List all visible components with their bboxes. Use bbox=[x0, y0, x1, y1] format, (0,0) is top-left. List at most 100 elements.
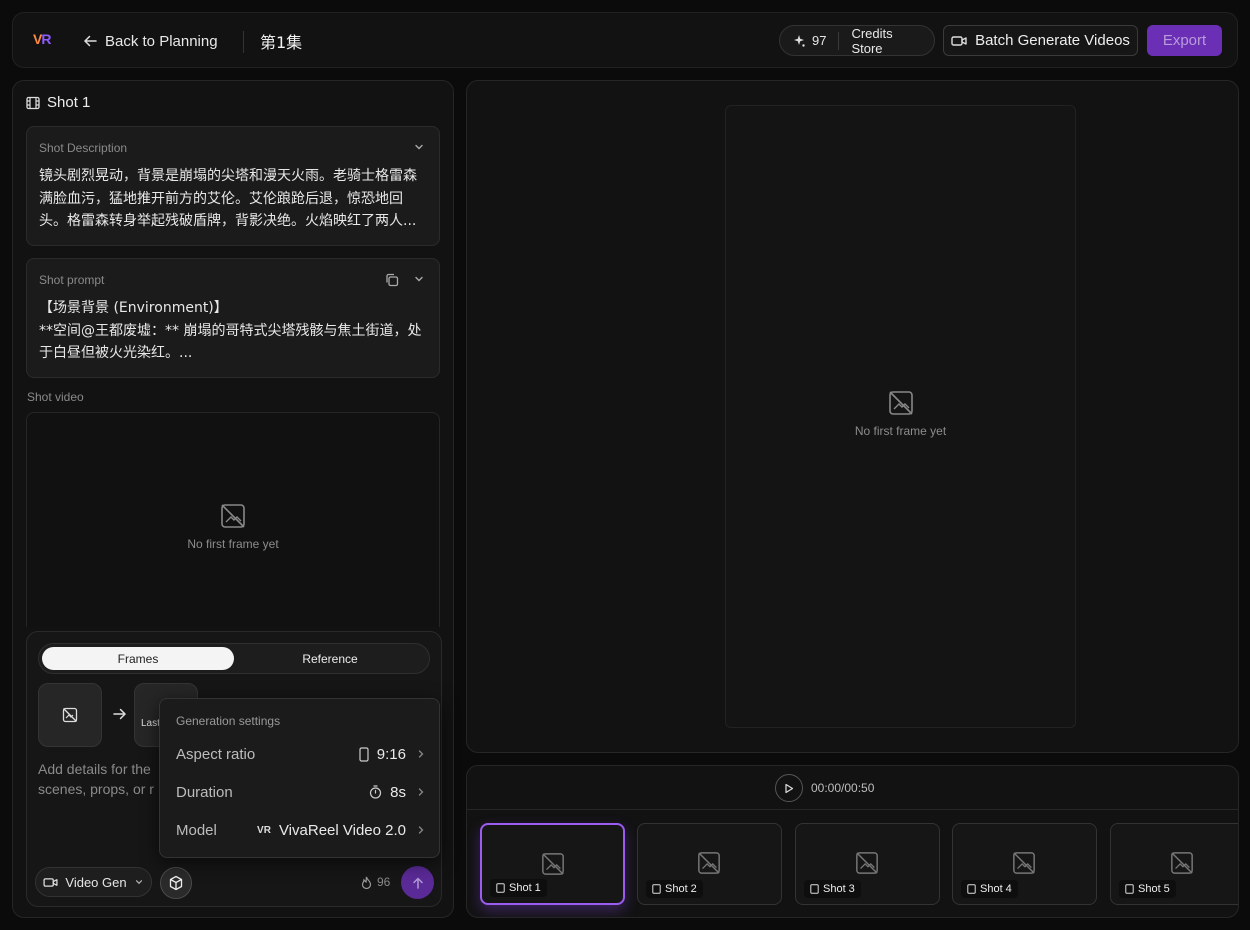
credit-cost: 96 bbox=[361, 875, 390, 889]
credits-count: 97 bbox=[780, 31, 840, 50]
sparkle-icon bbox=[794, 34, 805, 47]
chevron-down-icon[interactable] bbox=[413, 273, 425, 285]
shot-tag-label: Shot 2 bbox=[665, 883, 697, 895]
timeline-shot-4[interactable]: Shot 4 bbox=[952, 823, 1097, 905]
no-image-icon bbox=[1171, 852, 1193, 874]
image-file-icon bbox=[496, 883, 505, 893]
no-image-icon bbox=[62, 707, 78, 723]
empty-text: No first frame yet bbox=[187, 537, 279, 551]
shot-tag: Shot 4 bbox=[961, 880, 1018, 898]
mode-select-video-gen[interactable]: Video Gen bbox=[35, 867, 152, 897]
shot-description-label: Shot Description bbox=[39, 141, 128, 155]
aspect-ratio-label: Aspect ratio bbox=[176, 745, 256, 763]
no-image-icon bbox=[221, 504, 245, 528]
credits-value: 97 bbox=[812, 33, 827, 48]
shot-description-card[interactable]: Shot Description 镜头剧烈晃动，背景是崩塌的尖塔和漫天火雨。老骑… bbox=[26, 126, 440, 246]
shot-tag: Shot 2 bbox=[646, 880, 703, 898]
batch-label: Batch Generate Videos bbox=[975, 32, 1130, 49]
timeline-shot-1[interactable]: Shot 1 bbox=[480, 823, 625, 905]
shot-video-label: Shot video bbox=[27, 390, 84, 404]
app-logo[interactable]: VR bbox=[33, 31, 51, 47]
generation-settings-popover: Generation settings Aspect ratio 9:16 Du… bbox=[159, 698, 440, 858]
tab-reference[interactable]: Reference bbox=[234, 647, 426, 670]
aspect-ratio-setting[interactable]: Aspect ratio 9:16 bbox=[176, 742, 426, 766]
generate-submit-button[interactable] bbox=[401, 866, 434, 899]
arrow-right-icon bbox=[113, 708, 127, 720]
timeline-shot-2[interactable]: Shot 2 bbox=[637, 823, 782, 905]
settings-title: Generation settings bbox=[176, 714, 281, 728]
back-to-planning-button[interactable]: Back to Planning bbox=[83, 27, 218, 55]
shot-tag: Shot 1 bbox=[490, 879, 547, 897]
shot-tag-label: Shot 3 bbox=[823, 883, 855, 895]
credit-cost-value: 96 bbox=[377, 875, 391, 889]
generation-settings-button[interactable] bbox=[160, 867, 192, 899]
flame-icon bbox=[361, 876, 372, 889]
mode-label: Video Gen bbox=[65, 874, 127, 890]
portrait-icon bbox=[359, 746, 369, 762]
export-button[interactable]: Export bbox=[1147, 25, 1222, 56]
shot-tag: Shot 5 bbox=[1119, 880, 1176, 898]
credits-widget: 97 Credits Store bbox=[779, 25, 935, 56]
tab-frames[interactable]: Frames bbox=[42, 647, 234, 670]
stopwatch-icon bbox=[370, 785, 382, 799]
shot-video-player[interactable]: No first frame yet bbox=[26, 412, 440, 627]
empty-state: No first frame yet bbox=[726, 390, 1075, 438]
aspect-ratio-value: 9:16 bbox=[376, 745, 406, 763]
shot-prompt-card[interactable]: Shot prompt 【场景背景 (Environment)】 **空间@王都… bbox=[26, 258, 440, 378]
composer-tabs: Frames Reference bbox=[38, 643, 430, 674]
shot-tag-label: Shot 4 bbox=[980, 883, 1012, 895]
image-file-icon bbox=[652, 884, 661, 894]
model-logo-icon: VR bbox=[257, 824, 271, 836]
chevron-right-icon bbox=[418, 788, 424, 796]
chevron-down-icon bbox=[135, 880, 142, 885]
batch-generate-videos-button[interactable]: Batch Generate Videos bbox=[943, 25, 1138, 56]
image-file-icon bbox=[967, 884, 976, 894]
divider bbox=[243, 31, 244, 53]
film-icon bbox=[26, 96, 40, 109]
empty-text: No first frame yet bbox=[854, 424, 947, 438]
no-image-icon bbox=[542, 853, 564, 875]
image-file-icon bbox=[1125, 884, 1134, 894]
timeline-shot-3[interactable]: Shot 3 bbox=[795, 823, 940, 905]
timeline-shot-5[interactable]: Shot 5 bbox=[1110, 823, 1238, 905]
timeline-panel: 00:00/00:50 Shot 1 Shot 2 Shot 3 Shot 4 … bbox=[466, 765, 1239, 918]
arrow-up-icon bbox=[412, 876, 423, 889]
cube-icon bbox=[169, 875, 183, 891]
duration-setting[interactable]: Duration 8s bbox=[176, 780, 426, 804]
duration-label: Duration bbox=[176, 783, 233, 801]
shot-tag-label: Shot 5 bbox=[1138, 883, 1170, 895]
no-image-icon bbox=[856, 852, 878, 874]
playback-bar: 00:00/00:50 bbox=[467, 766, 1238, 810]
chevron-down-icon[interactable] bbox=[413, 141, 425, 153]
video-camera-icon bbox=[43, 877, 58, 887]
first-frame-slot[interactable] bbox=[38, 683, 102, 747]
playback-time: 00:00/00:50 bbox=[811, 781, 875, 795]
last-frame-label: Last bbox=[141, 718, 160, 729]
preview-panel: No first frame yet bbox=[466, 80, 1239, 753]
top-bar: VR Back to Planning 第1集 97 Credits Store… bbox=[12, 12, 1238, 68]
model-setting[interactable]: Model VR VivaReel Video 2.0 bbox=[176, 818, 426, 842]
model-label: Model bbox=[176, 821, 217, 839]
shot-tag-label: Shot 1 bbox=[509, 882, 541, 894]
copy-icon[interactable] bbox=[385, 273, 399, 287]
shot-title: Shot 1 bbox=[26, 94, 90, 111]
chevron-right-icon bbox=[418, 826, 424, 834]
shot-description-text: 镜头剧烈晃动，背景是崩塌的尖塔和漫天火雨。老骑士格雷森满脸血污，猛地推开前方的艾… bbox=[39, 168, 417, 229]
chevron-right-icon bbox=[418, 750, 424, 758]
shot-prompt-text: 【场景背景 (Environment)】 **空间@王都废墟：** 崩塌的哥特式… bbox=[39, 300, 422, 361]
credits-store-button[interactable]: Credits Store bbox=[839, 26, 934, 56]
model-value: VivaReel Video 2.0 bbox=[278, 821, 406, 839]
no-image-icon bbox=[698, 852, 720, 874]
play-icon bbox=[785, 783, 794, 793]
empty-state: No first frame yet bbox=[27, 503, 439, 551]
duration-value: 8s bbox=[390, 783, 406, 801]
no-image-icon bbox=[1013, 852, 1035, 874]
shot-prompt-label: Shot prompt bbox=[39, 273, 105, 287]
play-button[interactable] bbox=[775, 774, 803, 802]
no-image-icon bbox=[888, 391, 913, 415]
preview-canvas[interactable]: No first frame yet bbox=[725, 105, 1076, 728]
image-file-icon bbox=[810, 884, 819, 894]
shot-title-text: Shot 1 bbox=[47, 94, 91, 111]
episode-title: 第1集 bbox=[260, 33, 303, 52]
back-label: Back to Planning bbox=[105, 32, 218, 50]
